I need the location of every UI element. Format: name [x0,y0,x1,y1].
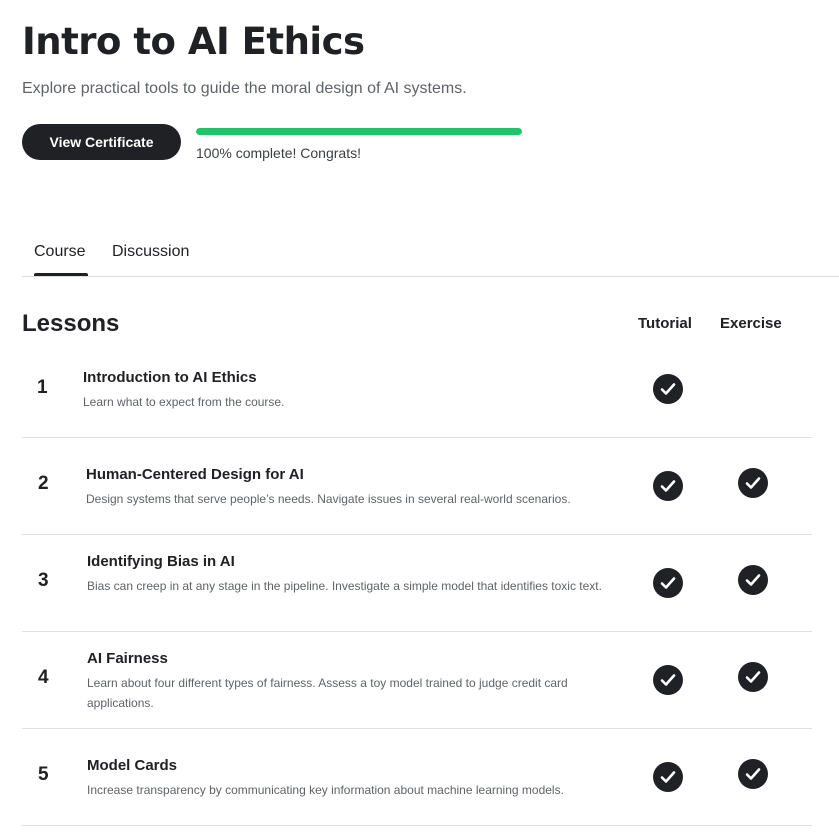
lesson-row: 5 Model Cards Increase transparency by c… [22,729,812,826]
progress-bar-fill [196,128,522,135]
lesson-description: Design systems that serve people’s needs… [86,492,571,506]
tutorial-check-icon[interactable] [653,665,683,695]
tutorial-check-icon[interactable] [653,568,683,598]
lesson-description: Bias can creep in at any stage in the pi… [87,579,602,593]
view-certificate-button[interactable]: View Certificate [22,124,181,160]
exercise-check-icon[interactable] [738,759,768,789]
lesson-row: 4 AI Fairness Learn about four different… [22,632,812,729]
lesson-row: 2 Human-Centered Design for AI Design sy… [22,438,812,535]
exercise-check-icon[interactable] [738,565,768,595]
tab-bar: Course Discussion [22,236,839,277]
lesson-row: 1 Introduction to AI Ethics Learn what t… [22,355,812,438]
tab-discussion[interactable]: Discussion [112,242,189,262]
lesson-number: 5 [38,764,49,785]
lesson-number: 4 [38,667,49,688]
lesson-title[interactable]: Introduction to AI Ethics [83,369,257,387]
page-title: Intro to AI Ethics [22,20,365,63]
exercise-check-icon[interactable] [738,662,768,692]
tutorial-column-header: Tutorial [638,315,692,332]
lesson-number: 2 [38,473,49,494]
lesson-description: Increase transparency by communicating k… [87,783,564,797]
lesson-number: 1 [37,377,48,398]
lesson-title[interactable]: Human-Centered Design for AI [86,466,304,484]
course-subtitle: Explore practical tools to guide the mor… [22,80,467,97]
tutorial-check-icon[interactable] [653,374,683,404]
progress-text: 100% complete! Congrats! [196,145,361,161]
lessons-heading: Lessons [22,310,120,337]
progress-bar [196,128,522,135]
exercise-check-icon[interactable] [738,468,768,498]
exercise-column-header: Exercise [720,315,782,332]
tutorial-check-icon[interactable] [653,762,683,792]
lesson-description: Learn about four different types of fair… [87,676,568,710]
lesson-number: 3 [38,570,49,591]
lesson-title[interactable]: AI Fairness [87,650,168,668]
lesson-title[interactable]: Identifying Bias in AI [87,553,235,571]
tab-course[interactable]: Course [34,242,86,262]
active-tab-indicator [34,273,88,276]
lesson-title[interactable]: Model Cards [87,757,177,775]
tutorial-check-icon[interactable] [653,471,683,501]
lesson-row: 3 Identifying Bias in AI Bias can creep … [22,535,812,632]
lesson-description: Learn what to expect from the course. [83,395,285,409]
